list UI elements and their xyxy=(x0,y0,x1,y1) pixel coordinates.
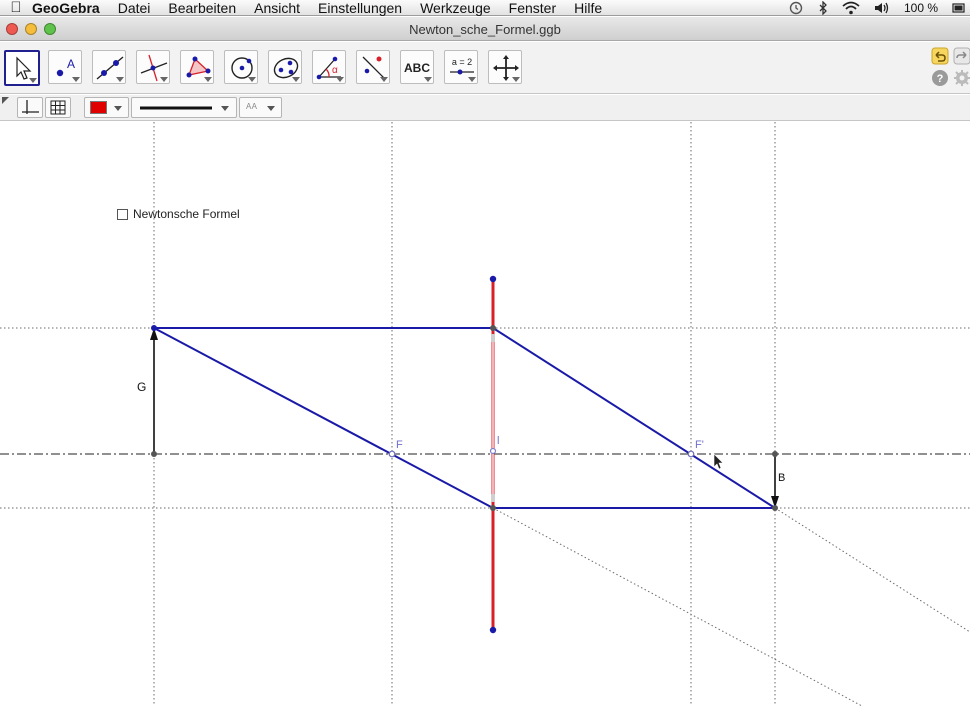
move-tool-button[interactable] xyxy=(4,50,40,86)
menu-hilfe[interactable]: Hilfe xyxy=(574,0,602,16)
text-tool-button[interactable]: ABC xyxy=(400,50,434,84)
undo-icon xyxy=(931,47,949,65)
gear-icon xyxy=(954,70,970,86)
menu-werkzeuge[interactable]: Werkzeuge xyxy=(420,0,491,16)
window-title-bar: Newton_sche_Formel.ggb xyxy=(0,17,970,41)
mouse-cursor-icon xyxy=(713,453,724,470)
apple-menu-icon[interactable]:  xyxy=(0,0,32,16)
graphics-view[interactable]: G B F F' l Newtonsche Formel xyxy=(0,122,970,706)
color-swatch xyxy=(90,101,107,114)
angle-tool-button[interactable]: α xyxy=(312,50,346,84)
wifi-icon[interactable] xyxy=(842,1,860,15)
menu-datei[interactable]: Datei xyxy=(118,0,151,16)
point-lens-bottom-end[interactable] xyxy=(489,626,497,634)
redo-icon xyxy=(953,47,970,65)
label-object: G xyxy=(137,380,146,394)
circle-tool-button[interactable] xyxy=(224,50,258,84)
checkbox-label: Newtonsche Formel xyxy=(133,207,240,221)
lens-marker-top xyxy=(491,334,495,342)
undo-button[interactable] xyxy=(931,47,949,65)
slider-tool-button[interactable]: a = 2 xyxy=(444,50,478,84)
geogebra-window:  GeoGebra Datei Bearbeiten Ansicht Eins… xyxy=(0,0,970,706)
checkbox-box[interactable] xyxy=(117,208,128,220)
point-tool-button[interactable]: A xyxy=(48,50,82,84)
lens-marker-bottom xyxy=(491,494,495,502)
point-lens-upper[interactable] xyxy=(490,325,496,331)
move-graphics-view-tool-button[interactable] xyxy=(488,50,522,84)
text-tool-label: ABC xyxy=(404,61,430,75)
line-style-icon xyxy=(140,106,212,110)
battery-percent[interactable]: 100 % xyxy=(904,1,938,15)
battery-icon[interactable] xyxy=(952,2,966,14)
menu-einstellungen[interactable]: Einstellungen xyxy=(318,0,402,16)
settings-button[interactable] xyxy=(953,69,970,87)
point-image-top[interactable] xyxy=(772,505,778,511)
label-focus-left: F xyxy=(396,439,403,451)
polygon-tool-button[interactable] xyxy=(180,50,214,84)
point-image-base[interactable] xyxy=(772,451,778,457)
time-machine-icon[interactable] xyxy=(788,1,804,15)
menu-bar:  GeoGebra Datei Bearbeiten Ansicht Eins… xyxy=(0,0,970,16)
point-lens-lower[interactable] xyxy=(490,505,496,511)
line-tool-button[interactable] xyxy=(92,50,126,84)
svg-text:?: ? xyxy=(937,73,944,85)
chevron-down-icon xyxy=(221,106,229,111)
refracted-ray[interactable] xyxy=(492,327,776,509)
style-bar-toggle-icon[interactable] xyxy=(2,97,10,105)
grid-icon xyxy=(50,100,66,115)
toggle-axes-button[interactable] xyxy=(17,97,43,118)
menu-ansicht[interactable]: Ansicht xyxy=(254,0,300,16)
chevron-down-icon xyxy=(267,106,275,111)
label-focus-right: F' xyxy=(695,439,704,451)
window-title: Newton_sche_Formel.ggb xyxy=(409,22,561,37)
point-focus-left[interactable] xyxy=(388,450,396,458)
redo-button[interactable] xyxy=(953,47,970,65)
point-object-top[interactable] xyxy=(151,325,157,331)
menu-bearbeiten[interactable]: Bearbeiten xyxy=(168,0,236,16)
ray-extension-1 xyxy=(492,507,863,706)
slider-tool-label: a = 2 xyxy=(452,57,472,67)
help-icon: ? xyxy=(932,70,948,86)
point-lens-center[interactable] xyxy=(489,447,497,455)
focal-ray-object[interactable] xyxy=(153,327,494,509)
help-button[interactable]: ? xyxy=(931,69,949,87)
volume-icon[interactable] xyxy=(874,1,890,15)
color-picker-button[interactable] xyxy=(84,97,129,118)
tool-bar: A α ABC a = 2 ? xyxy=(0,42,970,94)
point-focus-right[interactable] xyxy=(687,450,695,458)
label-image: B xyxy=(778,472,785,484)
reflect-tool-button[interactable] xyxy=(356,50,390,84)
label-lens-center: l xyxy=(497,435,499,447)
svg-text:A: A xyxy=(67,57,75,71)
point-object-base[interactable] xyxy=(151,451,157,457)
text-size-label: A A xyxy=(246,102,257,111)
svg-text:α: α xyxy=(332,65,338,76)
text-size-button[interactable]: A A xyxy=(239,97,282,118)
axes-icon xyxy=(22,100,39,114)
toggle-grid-button[interactable] xyxy=(45,97,71,118)
line-style-button[interactable] xyxy=(131,97,237,118)
newton-formula-checkbox[interactable]: Newtonsche Formel xyxy=(117,207,240,221)
style-bar: A A xyxy=(0,95,970,121)
point-lens-top-end[interactable] xyxy=(489,275,497,283)
perpendicular-tool-button[interactable] xyxy=(136,50,170,84)
ray-extension-2 xyxy=(774,507,970,633)
bluetooth-icon[interactable] xyxy=(818,1,828,15)
chevron-down-icon xyxy=(114,106,122,111)
menu-fenster[interactable]: Fenster xyxy=(509,0,556,16)
ellipse-tool-button[interactable] xyxy=(268,50,302,84)
app-menu[interactable]: GeoGebra xyxy=(32,0,100,16)
